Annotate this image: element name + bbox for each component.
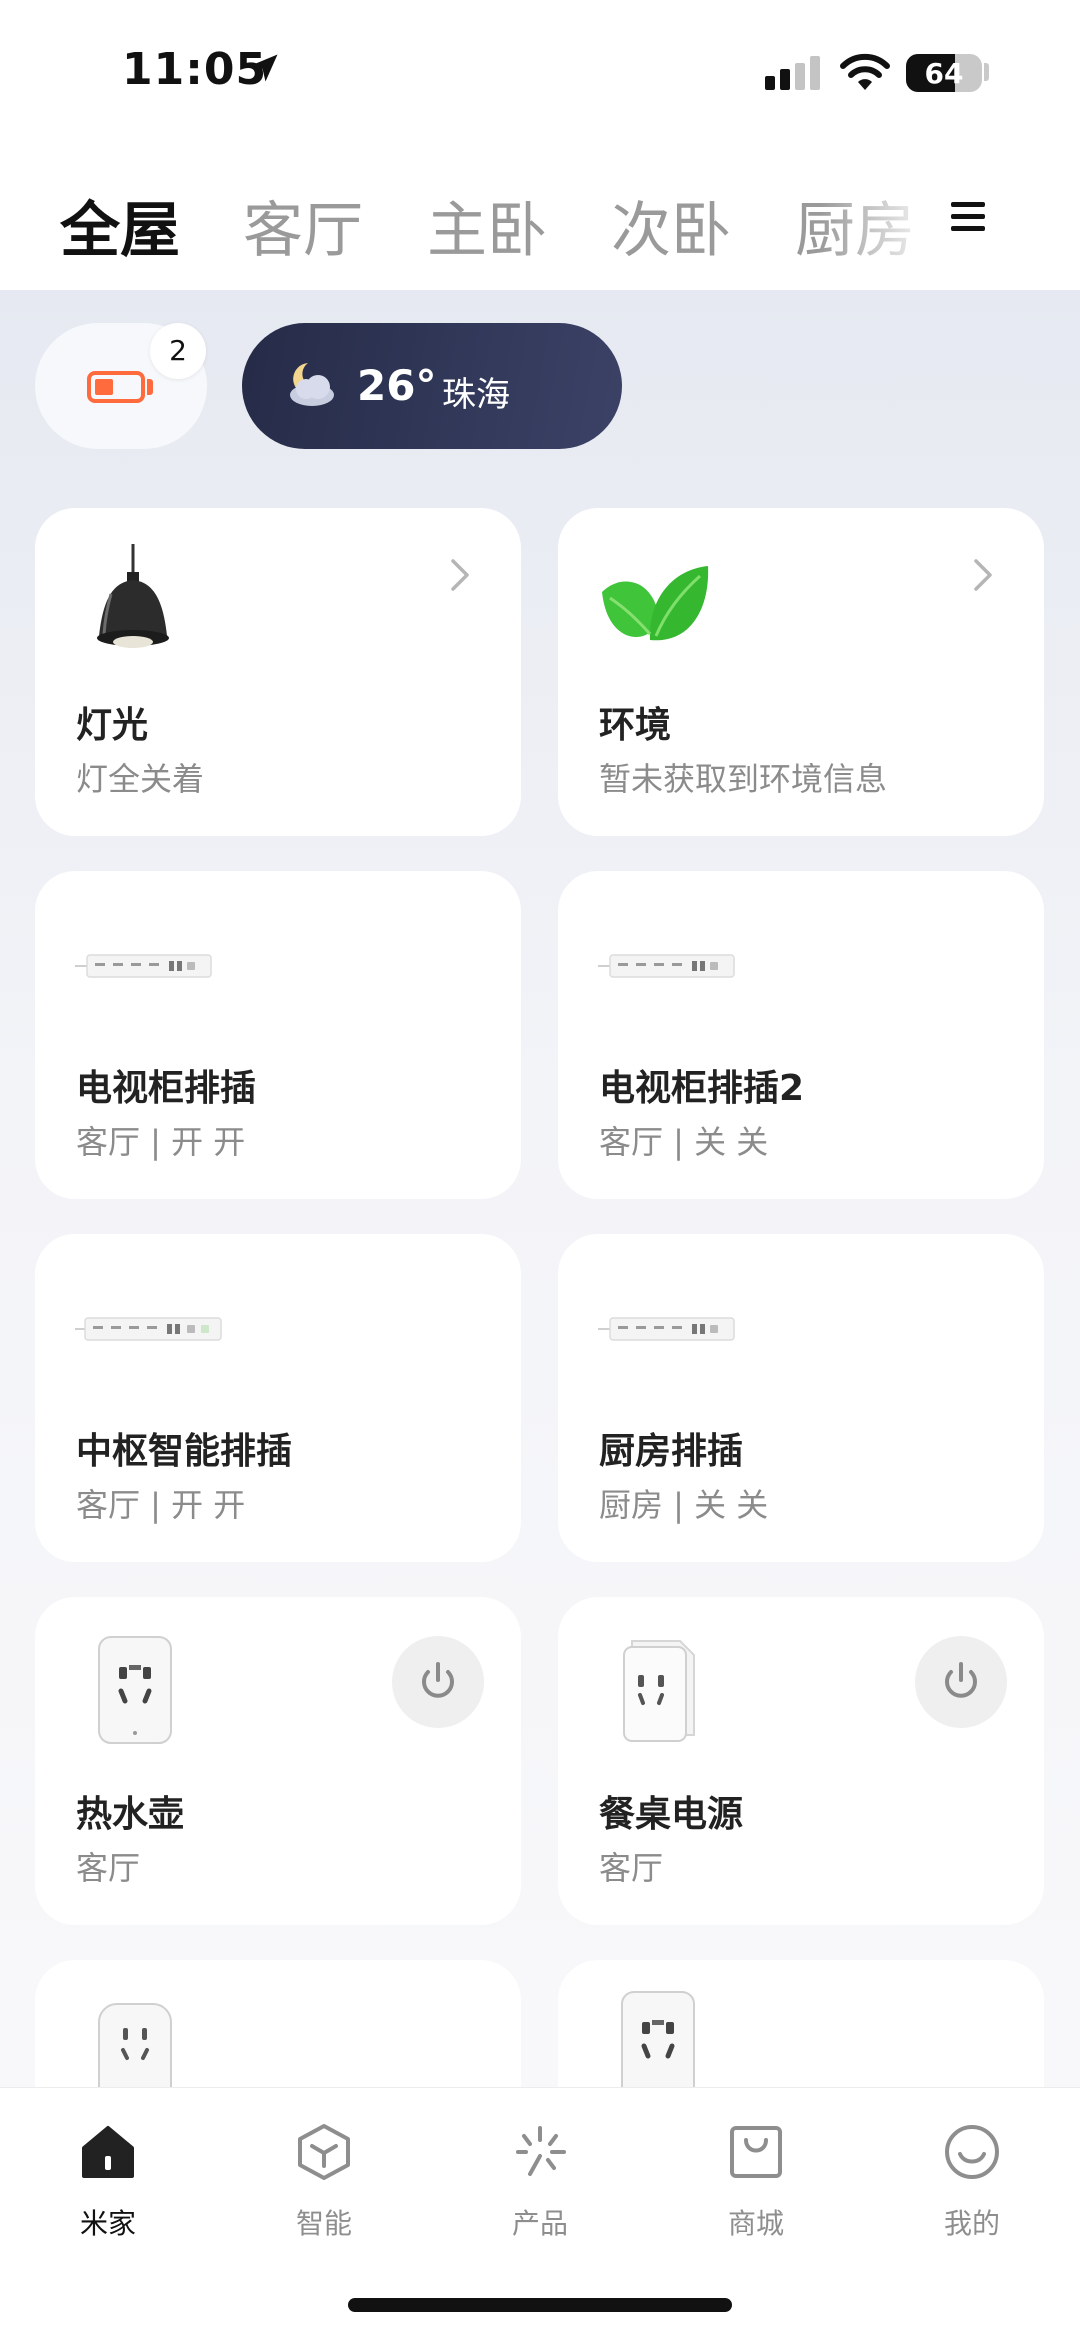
home-icon xyxy=(82,2126,134,2178)
card-title: 厨房排插 xyxy=(599,1431,744,1472)
card-subtitle: 暂未获取到环境信息 xyxy=(599,760,888,798)
leaf-icon xyxy=(602,566,709,641)
smart-plug-icon xyxy=(98,1636,172,1744)
card-subtitle: 客厅 xyxy=(76,1849,141,1887)
smiley-icon xyxy=(945,2125,999,2179)
nav-profile[interactable]: 我的 xyxy=(864,2088,1080,2268)
status-bar: 11:05 64 xyxy=(0,0,1080,140)
battery-low-icon xyxy=(87,371,145,403)
card-dining-table-power[interactable]: 餐桌电源 客厅 xyxy=(558,1597,1044,1925)
card-subtitle: 客厅 | 开 开 xyxy=(76,1123,246,1161)
nav-label: 我的 xyxy=(943,2207,1000,2240)
card-kitchen-power-strip[interactable]: 厨房排插 厨房 | 关 关 xyxy=(558,1234,1044,1562)
card-tv-power-strip[interactable]: 电视柜排插 客厅 | 开 开 xyxy=(35,871,521,1199)
battery-indicator: 64 xyxy=(906,54,982,92)
tab-second-bedroom[interactable]: 次卧 xyxy=(611,182,731,269)
power-strip-icon xyxy=(598,1317,735,1341)
power-button[interactable] xyxy=(392,1636,484,1728)
card-hub-power-strip[interactable]: 中枢智能排插 客厅 | 开 开 xyxy=(35,1234,521,1562)
card-subtitle: 厨房 | 关 关 xyxy=(599,1486,769,1524)
tab-all-house[interactable]: 全屋 xyxy=(60,182,180,269)
card-kettle[interactable]: 热水壶 客厅 xyxy=(35,1597,521,1925)
power-strip-icon xyxy=(598,954,735,978)
card-partial[interactable] xyxy=(558,1960,1044,2087)
card-lights[interactable]: 灯光 灯全关着 xyxy=(35,508,521,836)
device-area: 2 26° 珠海 灯光 灯全关着 环境 暂未获取到环境信息 电视柜排插 客厅 |… xyxy=(0,290,1080,2087)
card-subtitle: 客厅 | 开 开 xyxy=(76,1486,246,1524)
card-partial[interactable] xyxy=(35,1960,521,2087)
battery-percent: 64 xyxy=(924,57,964,90)
card-title: 灯光 xyxy=(76,705,149,746)
card-title: 餐桌电源 xyxy=(599,1794,744,1835)
nav-products[interactable]: 产品 xyxy=(432,2088,648,2268)
smart-plug-icon xyxy=(98,2003,172,2087)
card-title: 环境 xyxy=(599,705,672,746)
nav-store[interactable]: 商城 xyxy=(648,2088,864,2268)
location-arrow-icon xyxy=(250,54,278,82)
home-indicator xyxy=(348,2298,732,2312)
pendant-lamp-icon xyxy=(97,544,169,648)
tabs-fade xyxy=(820,170,940,260)
power-strip-icon xyxy=(75,1317,222,1341)
chevron-right-icon xyxy=(451,559,469,591)
battery-alert-badge: 2 xyxy=(150,323,206,379)
card-title: 中枢智能排插 xyxy=(76,1431,293,1472)
card-tv-power-strip-2[interactable]: 电视柜排插2 客厅 | 关 关 xyxy=(558,871,1044,1199)
battery-low-icon-tip xyxy=(147,379,153,395)
cloudy-night-icon xyxy=(290,363,334,406)
nav-label: 米家 xyxy=(79,2207,136,2240)
card-subtitle: 客厅 xyxy=(599,1849,664,1887)
smart-plug-icon xyxy=(623,1640,695,1742)
card-subtitle: 客厅 | 关 关 xyxy=(599,1123,769,1161)
wifi-icon xyxy=(840,53,890,90)
card-subtitle: 灯全关着 xyxy=(76,760,205,798)
power-icon xyxy=(945,1662,977,1698)
weather-chip[interactable]: 26° 珠海 xyxy=(242,323,622,449)
card-title: 热水壶 xyxy=(76,1794,185,1835)
weather-city: 珠海 xyxy=(442,375,510,415)
shopping-bag-icon xyxy=(730,2126,782,2178)
power-icon xyxy=(422,1662,454,1698)
nav-home[interactable]: 米家 xyxy=(0,2088,216,2268)
power-strip-icon xyxy=(75,954,212,978)
battery-tip xyxy=(984,63,989,81)
nav-label: 产品 xyxy=(511,2207,568,2240)
nav-label: 智能 xyxy=(295,2207,352,2240)
cellular-signal-icon xyxy=(765,56,820,90)
power-button[interactable] xyxy=(915,1636,1007,1728)
nav-smart[interactable]: 智能 xyxy=(216,2088,432,2268)
tab-master-bedroom[interactable]: 主卧 xyxy=(427,182,547,269)
smart-plug-icon xyxy=(621,1991,695,2087)
chevron-right-icon xyxy=(974,559,992,591)
tab-living-room[interactable]: 客厅 xyxy=(243,182,363,269)
card-title: 电视柜排插2 xyxy=(599,1068,805,1109)
card-environment[interactable]: 环境 暂未获取到环境信息 xyxy=(558,508,1044,836)
weather-temperature: 26° xyxy=(357,361,437,410)
card-title: 电视柜排插 xyxy=(76,1068,257,1109)
menu-icon[interactable] xyxy=(951,202,985,232)
room-tab-bar: 全屋 客厅 主卧 次卧 厨房 xyxy=(0,140,1080,290)
nav-label: 商城 xyxy=(727,2207,784,2240)
sparkle-icon xyxy=(516,2126,566,2176)
cube-icon xyxy=(298,2124,350,2180)
